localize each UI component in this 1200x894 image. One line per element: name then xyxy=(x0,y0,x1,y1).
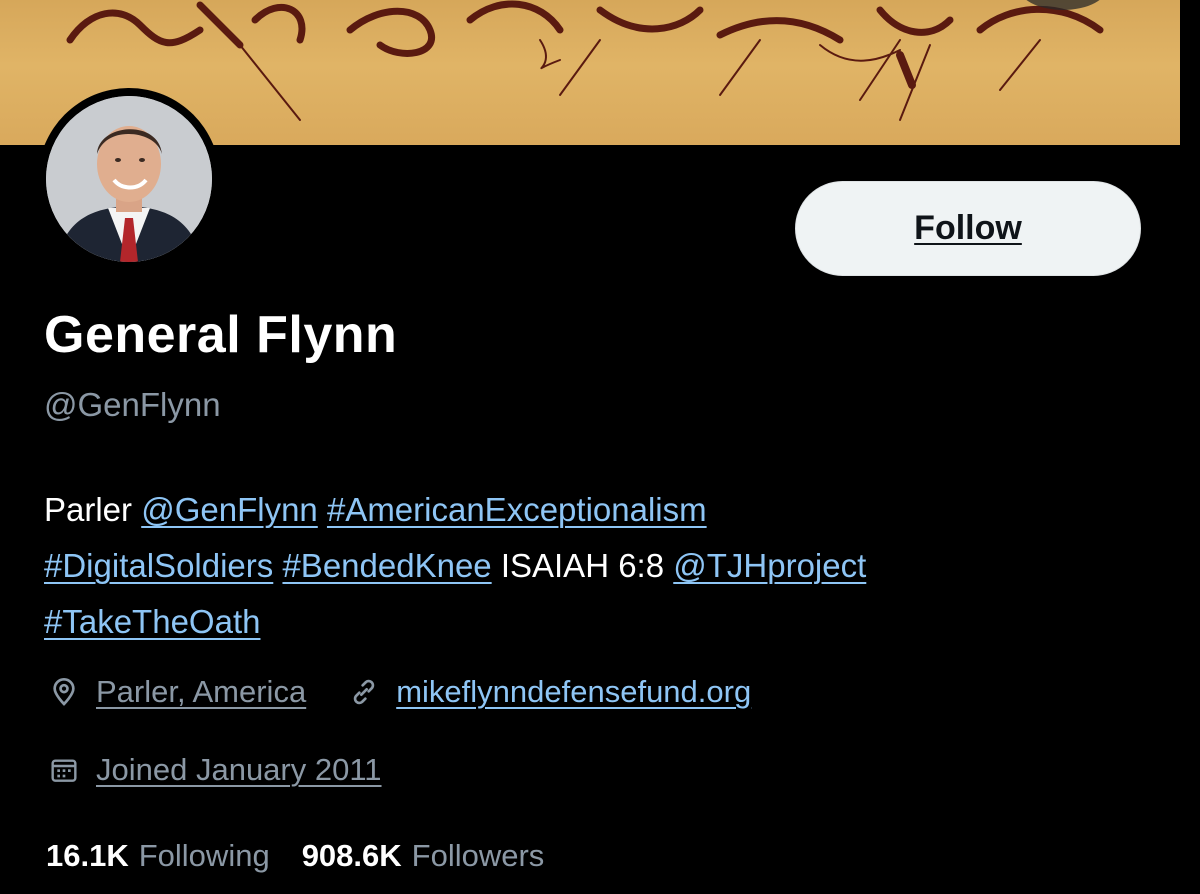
location-link[interactable]: Parler, America xyxy=(96,674,306,710)
profile-handle: @GenFlynn xyxy=(44,386,221,423)
bio-mention-tjhproject[interactable]: @TJHproject xyxy=(673,547,866,584)
portrait-image xyxy=(46,96,212,262)
location-pin-icon xyxy=(46,674,82,710)
website-link[interactable]: mikeflynndefensefund.org xyxy=(396,674,751,710)
bio-plain-text: ISAIAH 6:8 xyxy=(500,547,665,584)
joined-row: Joined January 2011 xyxy=(46,752,382,788)
bio-line-2: #DigitalSoldiers #BendedKnee ISAIAH 6:8 … xyxy=(44,538,1164,594)
joined-date: Joined January 2011 xyxy=(96,752,382,787)
bio-hashtag-bendedknee[interactable]: #BendedKnee xyxy=(282,547,491,584)
bio-text: Parler xyxy=(44,491,142,528)
following-stat[interactable]: 16.1K Following xyxy=(46,838,270,874)
profile-bio: Parler @GenFlynn #AmericanExceptionalism… xyxy=(44,482,1164,650)
follow-button[interactable]: Follow xyxy=(795,181,1141,276)
profile-meta-row: Parler, America mikeflynndefensefund.org xyxy=(46,674,751,710)
profile-stats: 16.1K Following 908.6K Followers xyxy=(46,838,576,874)
bio-hashtag-taketheoath[interactable]: #TakeTheOath xyxy=(44,603,260,640)
bio-hashtag-americanexceptionalism[interactable]: #AmericanExceptionalism xyxy=(327,491,707,528)
followers-stat[interactable]: 908.6K Followers xyxy=(302,838,545,874)
avatar-photo xyxy=(46,96,212,262)
display-name: General Flynn xyxy=(44,306,398,364)
bio-line-1: Parler @GenFlynn #AmericanExceptionalism xyxy=(44,482,1164,538)
followers-count: 908.6K xyxy=(301,838,402,873)
following-label: Following xyxy=(138,838,270,873)
followers-label: Followers xyxy=(411,838,545,873)
avatar[interactable] xyxy=(38,88,220,270)
banner-edge xyxy=(1180,0,1190,145)
profile-page: Follow General Flynn @GenFlynn Parler @G… xyxy=(0,0,1200,894)
bio-line-3: #TakeTheOath xyxy=(44,594,1164,650)
calendar-icon xyxy=(46,752,82,788)
bio-hashtag-digitalsoldiers[interactable]: #DigitalSoldiers xyxy=(44,547,273,584)
link-icon xyxy=(346,674,382,710)
bio-mention-genflynn[interactable]: @GenFlynn xyxy=(141,491,318,528)
following-count: 16.1K xyxy=(46,838,129,873)
